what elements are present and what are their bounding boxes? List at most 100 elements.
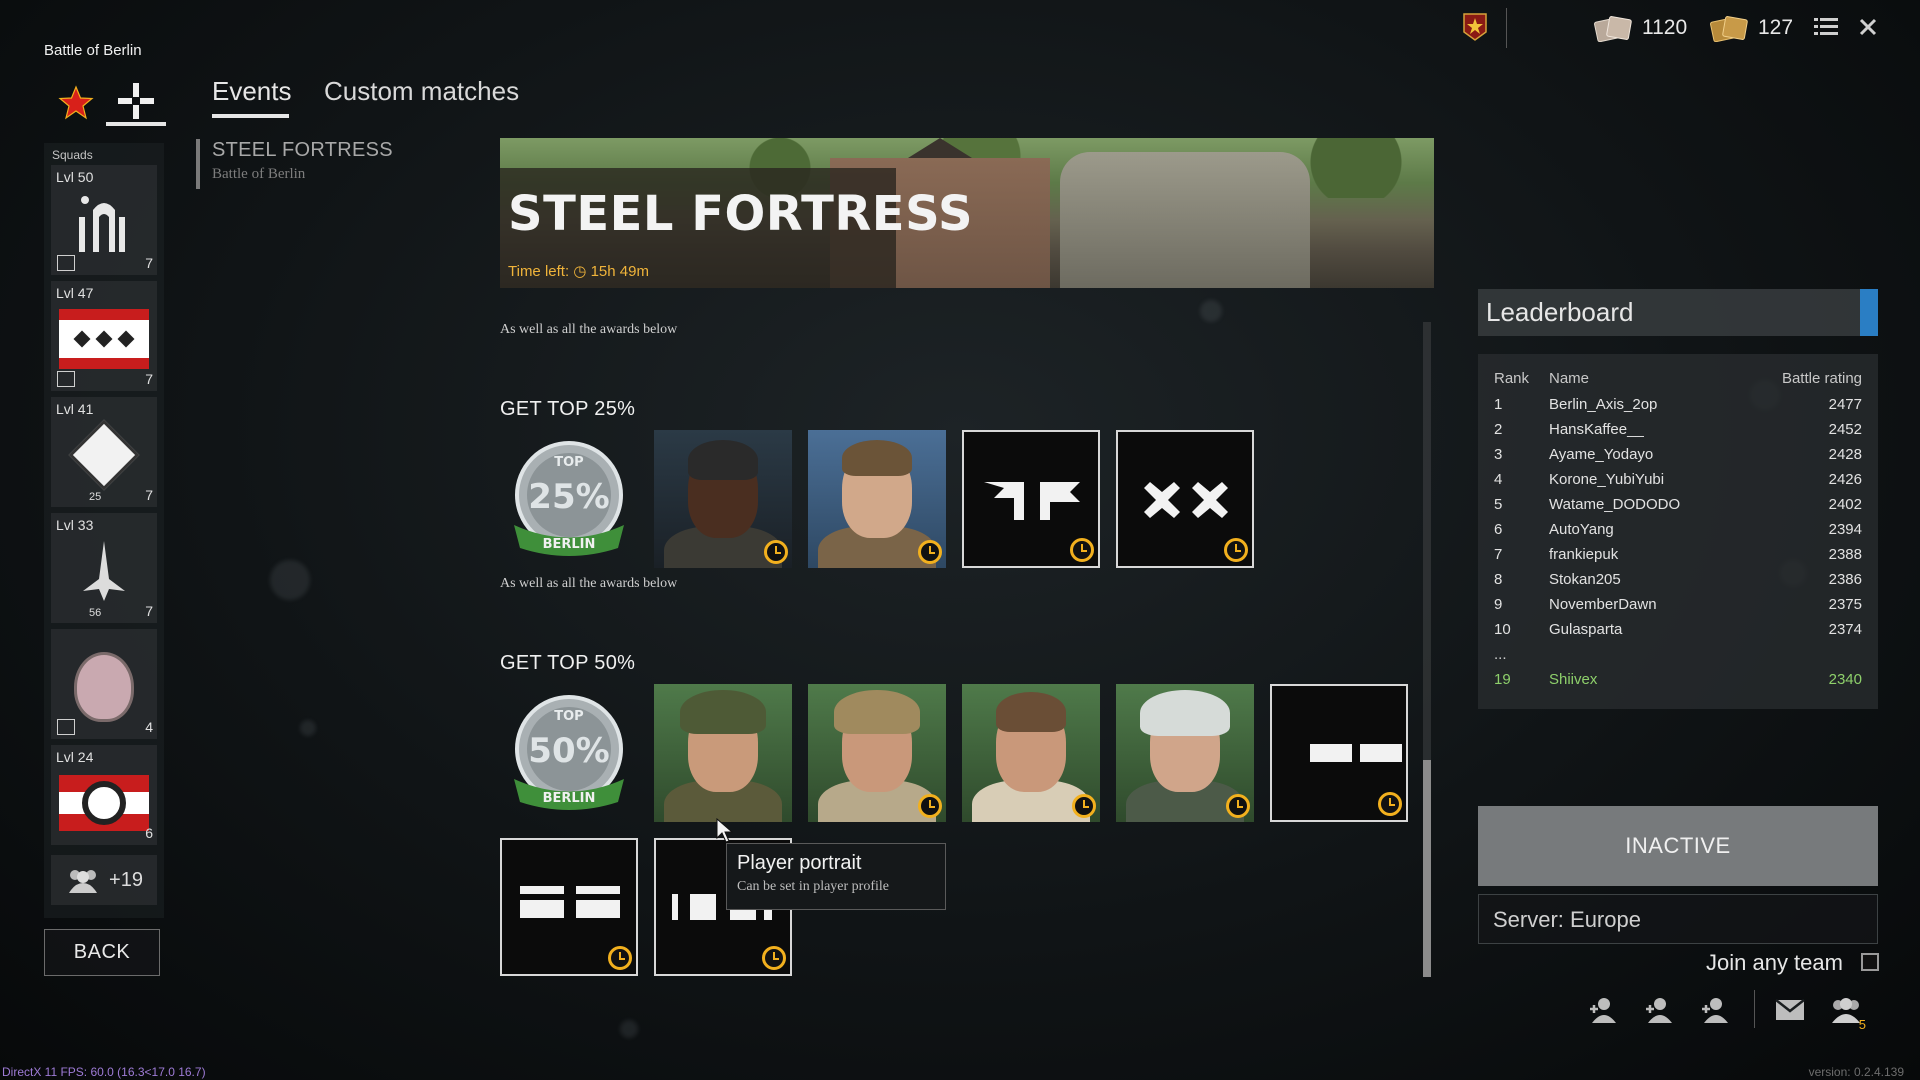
- leaderboard-row-current-player: 19 Shiivex 2340: [1478, 671, 1878, 696]
- leaderboard-header: Leaderboard: [1478, 289, 1878, 336]
- squad-card[interactable]: Lvl 50 7: [51, 165, 157, 275]
- award-portrait[interactable]: [808, 430, 946, 568]
- clock-icon: [1072, 794, 1096, 818]
- server-select[interactable]: Server: Europe: [1478, 894, 1878, 944]
- section-top50-heading: GET TOP 50%: [500, 652, 636, 674]
- awards-scrollbar[interactable]: [1423, 322, 1431, 977]
- squad-badge: 25: [89, 491, 102, 503]
- row-name: AutoYang: [1549, 521, 1614, 538]
- faction-tab-ussr[interactable]: [46, 80, 106, 126]
- row-name: Korone_YubiYubi: [1549, 471, 1665, 488]
- squad-count: 7: [145, 255, 153, 271]
- tooltip-subtitle: Can be set in player profile: [737, 879, 890, 894]
- medal-percent-label: 25%: [528, 477, 609, 517]
- leaderboard-ellipsis: ...: [1494, 646, 1507, 663]
- squad-card[interactable]: 4: [51, 629, 157, 739]
- award-portrait[interactable]: [654, 430, 792, 568]
- award-portrait[interactable]: [962, 684, 1100, 822]
- leaderboard-accent: [1860, 289, 1878, 336]
- row-rating: 2374: [1828, 621, 1862, 638]
- awards-content: As well as all the awards below GET TOP …: [500, 320, 1420, 980]
- leaderboard-row: 10 Gulasparta 2374: [1478, 621, 1878, 646]
- banner-title: STEEL FORTRESS: [508, 186, 974, 242]
- squad-emblem-icon: [59, 189, 149, 257]
- add-friend-icon[interactable]: [1586, 994, 1622, 1026]
- squads-panel: Squads Lvl 50 7 Lvl 47 7 Lvl 41 7 25 Lvl…: [44, 143, 164, 918]
- leaderboard-row: 9 NovemberDawn 2375: [1478, 596, 1878, 621]
- tab-events[interactable]: Events: [212, 76, 292, 107]
- clock-icon: [918, 794, 942, 818]
- row-name: Shiivex: [1549, 671, 1598, 688]
- leaderboard-row: 2 HansKaffee__ 2452: [1478, 421, 1878, 446]
- rank-badge-icon[interactable]: [1459, 12, 1491, 42]
- topbar-separator: [1506, 8, 1507, 48]
- tab-custom-matches[interactable]: Custom matches: [324, 76, 519, 107]
- squad-card[interactable]: Lvl 47 7: [51, 281, 157, 391]
- squad-card[interactable]: Lvl 24 6: [51, 745, 157, 845]
- top50-medal-icon[interactable]: TOP 50% BERLIN: [500, 684, 638, 822]
- gold-amount: 127: [1758, 16, 1794, 39]
- award-portrait[interactable]: [808, 684, 946, 822]
- squad-level: Lvl 33: [56, 517, 94, 533]
- row-name: Ayame_Yodayo: [1549, 446, 1654, 463]
- battle-title: Battle of Berlin: [44, 42, 142, 59]
- add-friend-icon[interactable]: [1642, 994, 1678, 1026]
- award-decal[interactable]: [1270, 684, 1408, 822]
- awards-note: As well as all the awards below: [500, 576, 678, 591]
- award-decal[interactable]: [1116, 430, 1254, 568]
- row-name: Berlin_Axis_2op: [1549, 396, 1658, 413]
- row-name: Stokan205: [1549, 571, 1621, 588]
- event-status-button[interactable]: INACTIVE: [1478, 806, 1878, 886]
- event-list-item[interactable]: STEEL FORTRESS Battle of Berlin: [196, 139, 393, 189]
- award-portrait[interactable]: [1116, 684, 1254, 822]
- top25-medal-icon[interactable]: TOP 25% BERLIN: [500, 430, 638, 568]
- award-portrait[interactable]: [654, 684, 792, 822]
- squad-list-icon: [57, 371, 75, 387]
- more-squads-button[interactable]: +19: [51, 855, 157, 905]
- squad-card[interactable]: Lvl 41 7 25: [51, 397, 157, 507]
- squad-level: Lvl 47: [56, 285, 94, 301]
- row-rating: 2340: [1828, 671, 1862, 688]
- row-rating: 2428: [1828, 446, 1862, 463]
- snow-particle: [300, 720, 316, 736]
- bottom-separator: [1754, 990, 1755, 1028]
- row-rating: 2386: [1828, 571, 1862, 588]
- row-rank: 8: [1494, 571, 1503, 588]
- back-button[interactable]: BACK: [44, 929, 160, 976]
- row-rating: 2402: [1828, 496, 1862, 513]
- snow-particle: [1200, 300, 1222, 322]
- gold-currency[interactable]: 127: [1710, 12, 1793, 44]
- squad-card[interactable]: Lvl 33 7 56: [51, 513, 157, 623]
- silver-currency[interactable]: 1120: [1594, 12, 1687, 44]
- german-cross-icon: [118, 83, 154, 119]
- silver-currency-icon: [1594, 16, 1632, 42]
- row-name: Gulasparta: [1549, 621, 1623, 638]
- row-rating: 2452: [1828, 421, 1862, 438]
- join-any-team-checkbox[interactable]: [1861, 953, 1879, 971]
- clock-icon: [1224, 538, 1248, 562]
- tooltip-title: Player portrait: [737, 852, 862, 874]
- clock-icon: [608, 946, 632, 970]
- squad-level: Lvl 50: [56, 169, 94, 185]
- leaderboard-table: Rank Name Battle rating 1 Berlin_Axis_2op…: [1478, 354, 1878, 709]
- award-tooltip: Player portrait Can be set in player pro…: [726, 843, 946, 910]
- award-decal[interactable]: [962, 430, 1100, 568]
- faction-tab-germany[interactable]: [106, 80, 166, 126]
- row-rating: 2394: [1828, 521, 1862, 538]
- close-icon[interactable]: [1852, 12, 1884, 42]
- fps-counter: DirectX 11 FPS: 60.0 (16.3<17.0 16.7): [2, 1065, 206, 1079]
- squad-count: 7: [145, 487, 153, 503]
- squad-emblem-icon: [59, 305, 149, 373]
- clock-icon: [918, 540, 942, 564]
- scrollbar-thumb[interactable]: [1423, 760, 1431, 977]
- portrait-flight-cap: [996, 692, 1066, 732]
- award-decal[interactable]: [500, 838, 638, 976]
- friends-online-count: 5: [1858, 1017, 1866, 1032]
- gold-currency-icon: [1710, 16, 1748, 42]
- squad-count: 6: [145, 825, 153, 841]
- mail-icon[interactable]: [1772, 994, 1808, 1026]
- add-friend-icon[interactable]: [1698, 994, 1734, 1026]
- menu-icon[interactable]: [1810, 12, 1842, 42]
- squad-level: Lvl 24: [56, 749, 94, 765]
- friends-icon[interactable]: 5: [1828, 994, 1866, 1032]
